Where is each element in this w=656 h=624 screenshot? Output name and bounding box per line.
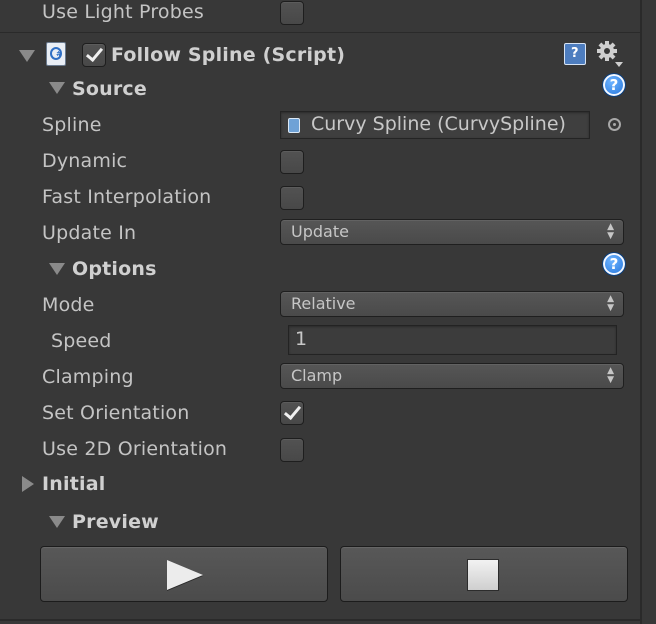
source-header[interactable]: Source: [72, 77, 147, 101]
component-enabled-checkbox[interactable]: [82, 43, 106, 67]
initial-foldout-arrow[interactable]: [22, 476, 34, 492]
update-in-value: Update: [291, 222, 349, 241]
set-orientation-label: Set Orientation: [42, 402, 190, 424]
use-light-probes-checkbox[interactable]: [280, 1, 304, 25]
speed-value: 1: [295, 328, 308, 350]
dynamic-checkbox[interactable]: [280, 150, 304, 174]
preview-header[interactable]: Preview: [72, 510, 159, 534]
component-title: Follow Spline (Script): [111, 44, 346, 66]
object-picker-icon[interactable]: [608, 118, 621, 131]
initial-header[interactable]: Initial: [42, 472, 105, 496]
stop-button[interactable]: [340, 546, 628, 602]
clamping-value: Clamp: [291, 366, 343, 385]
update-in-label: Update In: [42, 222, 137, 244]
spline-label: Spline: [42, 114, 102, 136]
play-button[interactable]: [40, 546, 328, 602]
fast-interpolation-label: Fast Interpolation: [42, 186, 212, 208]
stop-icon: [467, 559, 499, 591]
component-foldout-arrow[interactable]: [19, 50, 35, 62]
mode-value: Relative: [291, 294, 356, 313]
spline-object-field[interactable]: Curvy Spline (CurvySpline): [280, 111, 590, 139]
dropdown-arrows-icon: ▲ ▼: [607, 366, 614, 385]
use-2d-orientation-checkbox[interactable]: [280, 438, 304, 462]
dropdown-arrows-icon: ▲ ▼: [607, 222, 614, 241]
play-icon: [167, 560, 203, 590]
component-divider: [0, 32, 640, 33]
options-foldout-arrow[interactable]: [49, 263, 65, 275]
csharp-script-icon: #: [46, 42, 66, 66]
options-help-icon[interactable]: ?: [602, 252, 626, 276]
inspector-panel: Use Light Probes # Follow Spline (Script…: [0, 0, 656, 624]
fast-interpolation-checkbox[interactable]: [280, 186, 304, 210]
preview-foldout-arrow[interactable]: [49, 516, 65, 528]
panel-right-border: [640, 0, 642, 624]
speed-label: Speed: [51, 330, 112, 352]
use-2d-orientation-label: Use 2D Orientation: [42, 438, 228, 460]
source-foldout-arrow[interactable]: [49, 82, 65, 94]
mode-label: Mode: [42, 294, 95, 316]
use-light-probes-label: Use Light Probes: [42, 1, 204, 23]
mode-dropdown[interactable]: Relative ▲ ▼: [280, 291, 624, 317]
gear-icon[interactable]: [596, 40, 624, 68]
options-header[interactable]: Options: [72, 257, 157, 281]
update-in-dropdown[interactable]: Update ▲ ▼: [280, 219, 624, 245]
clamping-label: Clamping: [42, 366, 134, 388]
curvy-spline-icon: [288, 118, 300, 133]
set-orientation-checkbox[interactable]: [280, 401, 304, 425]
source-help-icon[interactable]: ?: [602, 73, 626, 97]
reference-book-icon[interactable]: ?: [564, 43, 586, 65]
dynamic-label: Dynamic: [42, 150, 128, 172]
speed-input[interactable]: 1: [288, 325, 617, 355]
panel-bottom-border: [0, 619, 640, 621]
dropdown-arrows-icon: ▲ ▼: [607, 294, 614, 313]
clamping-dropdown[interactable]: Clamp ▲ ▼: [280, 363, 624, 389]
spline-value: Curvy Spline (CurvySpline): [311, 113, 566, 135]
